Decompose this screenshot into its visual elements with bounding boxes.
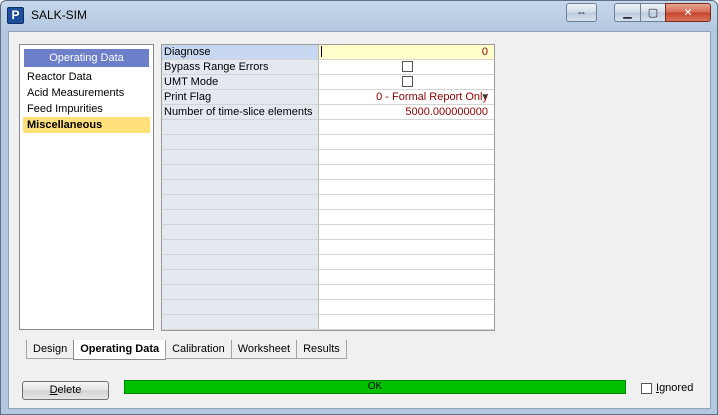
- empty-label-cell: [162, 135, 319, 149]
- row-label: Print Flag: [162, 90, 319, 104]
- umt-mode-checkbox[interactable]: [402, 76, 413, 87]
- property-grid: Diagnose 0 Bypass Range Errors UMT Mode: [161, 44, 495, 331]
- status-indicator: OK: [124, 380, 626, 394]
- nav-item-feed-impurities[interactable]: Feed Impurities: [23, 101, 150, 117]
- grid-empty-row: [162, 165, 494, 180]
- empty-label-cell: [162, 270, 319, 284]
- empty-label-cell: [162, 300, 319, 314]
- print-flag-select[interactable]: 0 - Formal Report Only ▼: [319, 90, 494, 104]
- grid-empty-row: [162, 180, 494, 195]
- salk-sim-window: P SALK-SIM ⇔ ▁ ▢ ✕ Operating Data Reacto…: [0, 0, 718, 415]
- window-title: SALK-SIM: [31, 8, 88, 22]
- bypass-range-errors-cell: [319, 60, 494, 74]
- grid-empty-row: [162, 195, 494, 210]
- empty-label-cell: [162, 225, 319, 239]
- delete-button[interactable]: Delete: [22, 381, 109, 400]
- grid-empty-row: [162, 120, 494, 135]
- empty-label-cell: [162, 150, 319, 164]
- grid-row-diagnose: Diagnose 0: [162, 45, 494, 60]
- diagnose-value: 0: [481, 46, 488, 58]
- close-button[interactable]: ✕: [665, 3, 711, 22]
- print-flag-value: 0 - Formal Report Only: [376, 91, 488, 103]
- grid-empty-row: [162, 285, 494, 300]
- empty-value-cell: [319, 195, 494, 209]
- empty-value-cell: [319, 300, 494, 314]
- grid-row-print-flag: Print Flag 0 - Formal Report Only ▼: [162, 90, 494, 105]
- tab-results[interactable]: Results: [296, 340, 347, 359]
- empty-label-cell: [162, 315, 319, 329]
- empty-label-cell: [162, 255, 319, 269]
- client-area: Operating Data Reactor Data Acid Measure…: [8, 31, 711, 409]
- grid-empty-row: [162, 300, 494, 315]
- tab-design[interactable]: Design: [26, 340, 75, 359]
- grid-row-time-slice-elements: Number of time-slice elements 5000.00000…: [162, 105, 494, 120]
- empty-value-cell: [319, 210, 494, 224]
- resize-arrows-icon[interactable]: ⇔: [566, 3, 597, 22]
- nav-item-miscellaneous[interactable]: Miscellaneous: [23, 117, 150, 133]
- ignored-checkbox[interactable]: [641, 382, 652, 394]
- ignored-checkbox-group[interactable]: Ignored: [641, 381, 693, 395]
- empty-label-cell: [162, 120, 319, 134]
- row-label: Diagnose: [162, 45, 319, 59]
- grid-empty-row: [162, 270, 494, 285]
- empty-value-cell: [319, 270, 494, 284]
- tab-strip: Design Operating Data Calibration Worksh…: [26, 340, 347, 360]
- tab-operating-data[interactable]: Operating Data: [73, 340, 167, 360]
- empty-value-cell: [319, 240, 494, 254]
- empty-label-cell: [162, 180, 319, 194]
- row-label: Number of time-slice elements: [162, 105, 319, 119]
- grid-empty-row: [162, 150, 494, 165]
- grid-row-umt-mode: UMT Mode: [162, 75, 494, 90]
- empty-label-cell: [162, 195, 319, 209]
- empty-value-cell: [319, 285, 494, 299]
- empty-label-cell: [162, 210, 319, 224]
- section-navigator: Operating Data Reactor Data Acid Measure…: [19, 44, 154, 330]
- nav-item-acid-measurements[interactable]: Acid Measurements: [23, 85, 150, 101]
- tab-calibration[interactable]: Calibration: [165, 340, 232, 359]
- umt-mode-cell: [319, 75, 494, 89]
- grid-empty-row: [162, 135, 494, 150]
- time-slice-elements-input[interactable]: 5000.000000000: [319, 105, 494, 119]
- delete-accelerator: D: [49, 384, 58, 396]
- empty-value-cell: [319, 315, 494, 329]
- empty-label-cell: [162, 165, 319, 179]
- empty-value-cell: [319, 225, 494, 239]
- nav-item-reactor-data[interactable]: Reactor Data: [23, 69, 150, 85]
- grid-row-bypass-range-errors: Bypass Range Errors: [162, 60, 494, 75]
- grid-empty-row: [162, 225, 494, 240]
- grid-empty-row: [162, 210, 494, 225]
- empty-value-cell: [319, 180, 494, 194]
- maximize-button[interactable]: ▢: [640, 3, 666, 22]
- title-bar[interactable]: P SALK-SIM ⇔ ▁ ▢ ✕: [1, 1, 717, 31]
- bypass-range-errors-checkbox[interactable]: [402, 61, 413, 72]
- empty-value-cell: [319, 120, 494, 134]
- empty-label-cell: [162, 240, 319, 254]
- grid-empty-row: [162, 255, 494, 270]
- tab-worksheet[interactable]: Worksheet: [230, 340, 298, 359]
- grid-empty-row: [162, 240, 494, 255]
- empty-label-cell: [162, 285, 319, 299]
- diagnose-input[interactable]: 0: [319, 45, 494, 59]
- minimize-button[interactable]: ▁: [614, 3, 641, 22]
- empty-value-cell: [319, 150, 494, 164]
- nav-header: Operating Data: [24, 49, 149, 67]
- empty-value-cell: [319, 135, 494, 149]
- row-label: Bypass Range Errors: [162, 60, 319, 74]
- row-label: UMT Mode: [162, 75, 319, 89]
- empty-value-cell: [319, 165, 494, 179]
- ignored-label: Ignored: [656, 382, 694, 394]
- delete-label-rest: elete: [57, 384, 82, 396]
- app-logo-icon[interactable]: P: [7, 7, 24, 24]
- empty-value-cell: [319, 255, 494, 269]
- text-cursor: [321, 46, 322, 57]
- dropdown-arrow-icon[interactable]: ▼: [478, 91, 492, 103]
- grid-empty-row: [162, 315, 494, 330]
